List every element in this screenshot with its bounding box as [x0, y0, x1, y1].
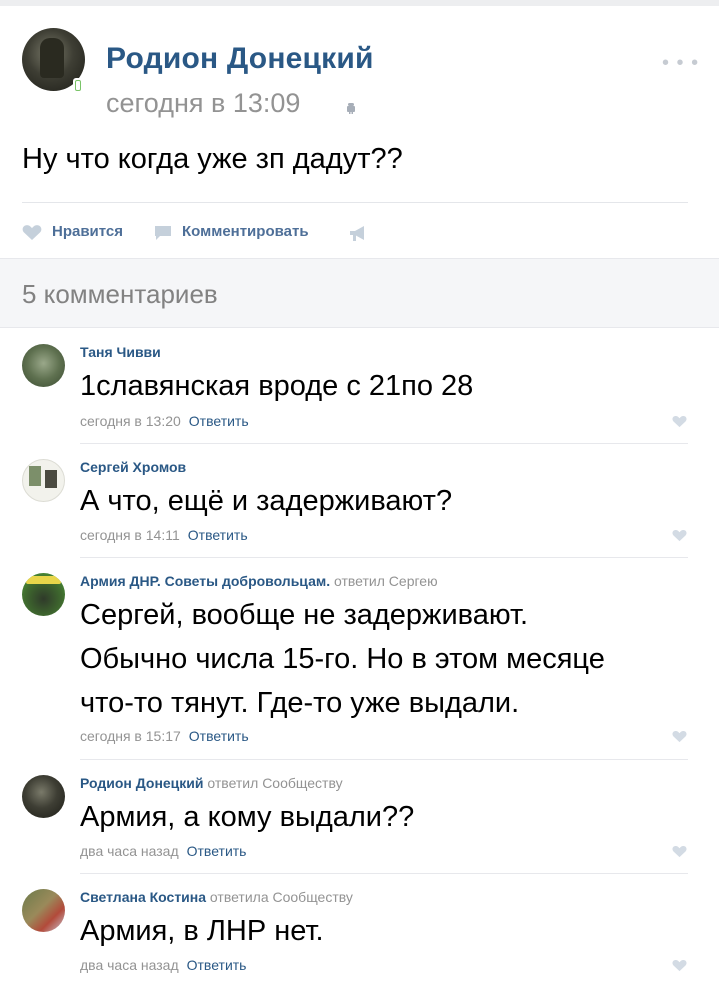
comment-label: Комментировать: [182, 223, 309, 240]
replied-to: ответил Сообществу: [207, 775, 343, 791]
heart-icon[interactable]: [672, 415, 687, 428]
comments-count: 5 комментариев: [22, 279, 218, 309]
comment-time[interactable]: сегодня в 15:17: [80, 728, 181, 744]
like-label: Нравится: [52, 223, 124, 240]
comment-meta: сегодня в 14:11 Ответить: [80, 527, 248, 543]
comment-author[interactable]: Армия ДНР. Советы добровольцам. ответил …: [80, 573, 438, 589]
mobile-icon: [73, 78, 83, 94]
comment-text: Армия, в ЛНР нет.: [80, 915, 324, 947]
comment-text: Сергей, вообще не задерживают. Обычно чи…: [80, 599, 605, 719]
heart-icon[interactable]: [672, 845, 687, 858]
heart-icon: [22, 225, 42, 240]
comment-time[interactable]: сегодня в 14:11: [80, 527, 180, 543]
reply-button[interactable]: Ответить: [188, 527, 248, 543]
reply-button[interactable]: Ответить: [187, 843, 247, 859]
comment-meta: два часа назад Ответить: [80, 843, 246, 859]
replied-to: ответил Сергею: [334, 573, 438, 589]
comment-icon: [155, 226, 171, 240]
heart-icon[interactable]: [672, 529, 687, 542]
comment-time[interactable]: сегодня в 13:20: [80, 413, 181, 429]
post-author-name[interactable]: Родион Донецкий: [106, 42, 374, 76]
comment-meta: сегодня в 13:20 Ответить: [80, 413, 249, 429]
commenter-avatar[interactable]: [22, 889, 65, 932]
comment-separator: [80, 873, 688, 874]
post-timestamp[interactable]: сегодня в 13:09: [106, 88, 300, 119]
commenter-avatar[interactable]: [22, 573, 65, 616]
replied-to: ответила Сообществу: [209, 889, 353, 905]
heart-icon[interactable]: [672, 959, 687, 972]
post-text: Ну что когда уже зп дадут??: [22, 143, 403, 175]
commenter-avatar[interactable]: [22, 344, 65, 387]
reply-button[interactable]: Ответить: [189, 728, 249, 744]
comment-author[interactable]: Родион Донецкий ответил Сообществу: [80, 775, 343, 791]
more-icon[interactable]: • • •: [662, 52, 699, 75]
comment-author[interactable]: Сергей Хромов: [80, 459, 186, 475]
comment-meta: два часа назад Ответить: [80, 957, 246, 973]
commenter-avatar[interactable]: [22, 775, 65, 818]
comment-separator: [80, 557, 688, 558]
comment-separator: [80, 443, 688, 444]
wall-post: Родион Донецкий сегодня в 13:09 • • • Ну…: [0, 6, 719, 258]
comment-author[interactable]: Таня Чивви: [80, 344, 161, 360]
comment-text: Армия, а кому выдали??: [80, 801, 415, 833]
comment-time[interactable]: два часа назад: [80, 843, 179, 859]
post-divider: [22, 202, 688, 203]
reply-button[interactable]: Ответить: [187, 957, 247, 973]
heart-icon[interactable]: [672, 730, 687, 743]
reply-button[interactable]: Ответить: [189, 413, 249, 429]
comment-separator: [80, 759, 688, 760]
comment-text: А что, ещё и задерживают?: [80, 485, 453, 517]
comment-meta: сегодня в 15:17 Ответить: [80, 728, 249, 744]
share-megaphone-icon[interactable]: [348, 225, 370, 243]
comment-author[interactable]: Светлана Костина ответила Сообществу: [80, 889, 353, 905]
commenter-avatar[interactable]: [22, 459, 65, 502]
comment-text: 1славянская вроде с 21по 28: [80, 370, 474, 402]
android-icon: [347, 103, 355, 114]
comment-time[interactable]: два часа назад: [80, 957, 179, 973]
